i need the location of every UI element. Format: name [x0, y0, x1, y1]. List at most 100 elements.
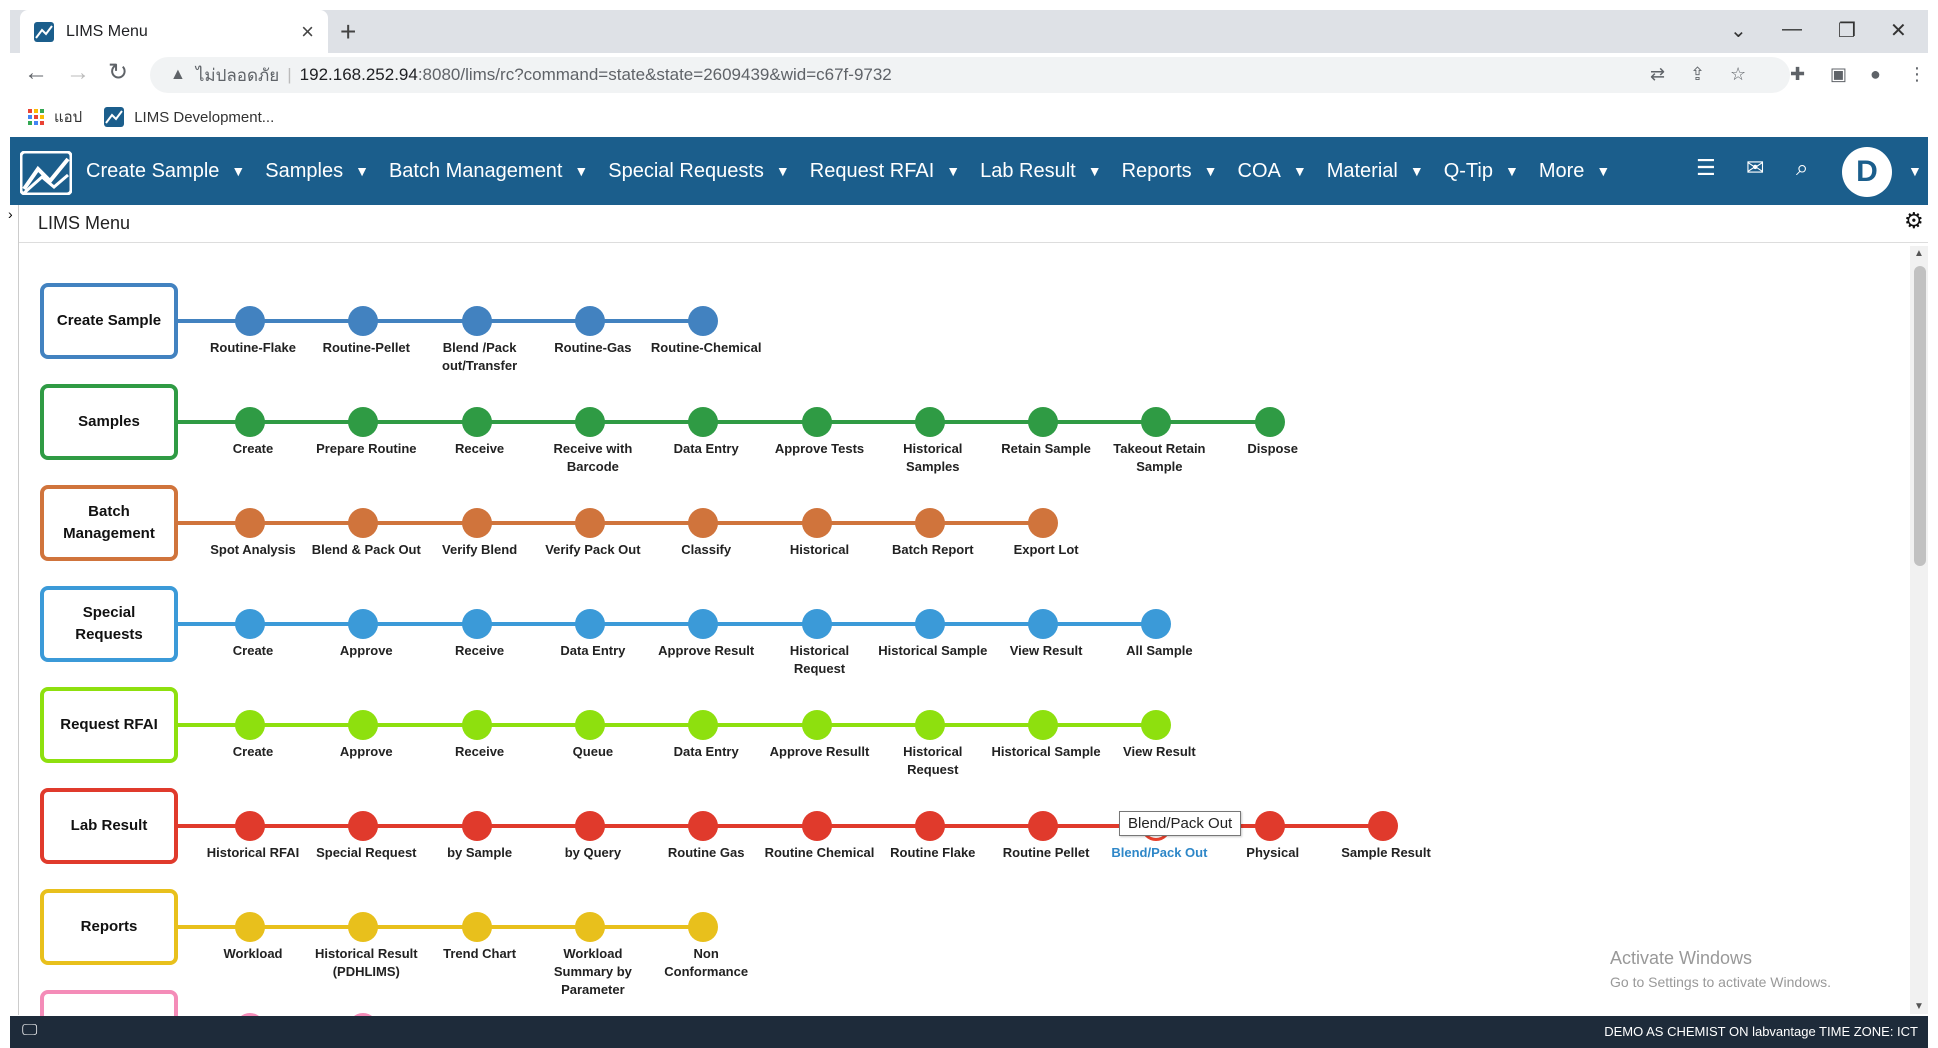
category-box[interactable]: [40, 990, 178, 1016]
chevron-down-icon[interactable]: ▼: [1908, 163, 1922, 179]
restore-icon[interactable]: ❐: [1838, 18, 1856, 43]
menu-node[interactable]: [461, 710, 492, 740]
menu-node[interactable]: [574, 710, 605, 740]
menu-create-sample[interactable]: Create Sample ▼: [86, 160, 245, 183]
menu-node-label[interactable]: View Result: [1103, 743, 1215, 761]
menu-node-label[interactable]: Verify Blend: [424, 541, 536, 559]
sidebar-toggle-icon[interactable]: ›: [8, 206, 13, 222]
menu-node-label[interactable]: Dispose: [1217, 440, 1329, 458]
menu-node[interactable]: [801, 407, 832, 437]
menu-node[interactable]: [348, 710, 379, 740]
menu-samples[interactable]: Samples ▼: [265, 160, 369, 183]
menu-node[interactable]: [688, 407, 719, 437]
new-tab-button[interactable]: +: [340, 18, 356, 46]
scroll-up-icon[interactable]: ▲: [1914, 248, 1924, 259]
menu-node-label[interactable]: Data Entry: [650, 743, 762, 761]
menu-node[interactable]: [1028, 508, 1059, 538]
browser-tab[interactable]: LIMS Menu ×: [20, 10, 328, 53]
menu-node[interactable]: [235, 306, 265, 336]
minimize-icon[interactable]: —: [1782, 18, 1802, 41]
address-bar[interactable]: ▲ ไม่ปลอดภัย | 192.168.252.94 :8080/lims…: [150, 57, 1790, 93]
menu-node[interactable]: [914, 811, 945, 841]
menu-node[interactable]: [348, 811, 379, 841]
menu-node-label[interactable]: Routine Gas: [650, 844, 762, 862]
menu-node-label[interactable]: Blend & Pack Out: [310, 541, 422, 559]
menu-more[interactable]: More ▼: [1539, 160, 1610, 183]
browser-menu-icon[interactable]: ⋮: [1908, 65, 1926, 83]
bookmark-apps[interactable]: แอป: [28, 105, 82, 129]
menu-node[interactable]: [461, 609, 492, 639]
menu-node-label[interactable]: Historical RFAI: [197, 844, 309, 862]
menu-node[interactable]: [574, 407, 605, 437]
menu-material[interactable]: Material ▼: [1327, 160, 1424, 183]
menu-node[interactable]: [1368, 811, 1398, 841]
menu-node[interactable]: [461, 912, 492, 942]
menu-node-label[interactable]: Trend Chart: [424, 945, 536, 963]
menu-node[interactable]: [914, 508, 945, 538]
menu-node[interactable]: [574, 811, 605, 841]
tab-search-icon[interactable]: ⌄: [1730, 18, 1747, 43]
menu-node[interactable]: [688, 710, 719, 740]
menu-node[interactable]: [348, 609, 379, 639]
translate-icon[interactable]: ⇄: [1650, 65, 1665, 83]
profile-icon[interactable]: ●: [1870, 65, 1881, 83]
menu-node[interactable]: [1141, 609, 1172, 639]
reload-icon[interactable]: ↻: [108, 61, 128, 85]
menu-node-label[interactable]: Historical Sample: [990, 743, 1102, 761]
hamburger-menu-icon[interactable]: ☰: [1696, 157, 1716, 179]
menu-node-label[interactable]: Retain Sample: [990, 440, 1102, 458]
menu-lab-result[interactable]: Lab Result ▼: [980, 160, 1101, 183]
menu-node[interactable]: [1028, 710, 1059, 740]
menu-node-label[interactable]: by Query: [537, 844, 649, 862]
menu-request-rfai[interactable]: Request RFAI ▼: [810, 160, 960, 183]
menu-node[interactable]: [914, 710, 945, 740]
menu-node-label[interactable]: Prepare Routine: [310, 440, 422, 458]
menu-node-label[interactable]: Routine Pellet: [990, 844, 1102, 862]
menu-node[interactable]: [461, 306, 492, 336]
user-avatar[interactable]: D: [1842, 147, 1892, 197]
menu-node-label[interactable]: Blend /Pack out/Transfer: [424, 339, 536, 375]
menu-node-label[interactable]: Data Entry: [650, 440, 762, 458]
menu-node-label[interactable]: View Result: [990, 642, 1102, 660]
gear-icon[interactable]: ⚙: [1904, 208, 1924, 234]
menu-node-label[interactable]: Receive: [424, 440, 536, 458]
menu-node[interactable]: [574, 306, 605, 336]
menu-node-label[interactable]: Queue: [537, 743, 649, 761]
menu-node-label[interactable]: Routine Chemical: [764, 844, 876, 862]
menu-node-label[interactable]: Batch Report: [877, 541, 989, 559]
menu-q-tip[interactable]: Q-Tip ▼: [1444, 160, 1519, 183]
menu-node-label[interactable]: Special Request: [310, 844, 422, 862]
menu-node[interactable]: [235, 609, 265, 639]
menu-node-label[interactable]: by Sample: [424, 844, 536, 862]
menu-node-label[interactable]: Receive: [424, 743, 536, 761]
menu-node-label[interactable]: Routine-Pellet: [310, 339, 422, 357]
menu-node-label[interactable]: Receive with Barcode: [537, 440, 649, 476]
category-box[interactable]: Request RFAI: [40, 687, 178, 763]
menu-node[interactable]: [348, 912, 379, 942]
menu-node[interactable]: [348, 508, 379, 538]
menu-node[interactable]: [235, 710, 265, 740]
menu-node-label[interactable]: Workload: [197, 945, 309, 963]
menu-reports[interactable]: Reports ▼: [1122, 160, 1218, 183]
menu-node-label[interactable]: Workload Summary by Parameter: [537, 945, 649, 999]
menu-node-label[interactable]: Approve Result: [650, 642, 762, 660]
scroll-thumb[interactable]: [1914, 266, 1926, 566]
menu-node-label[interactable]: Historical: [764, 541, 876, 559]
mail-icon[interactable]: ✉: [1746, 157, 1764, 179]
menu-node[interactable]: [914, 609, 945, 639]
search-icon[interactable]: ⌕: [1796, 157, 1808, 179]
menu-node-label[interactable]: Classify: [650, 541, 762, 559]
menu-node-label[interactable]: Export Lot: [990, 541, 1102, 559]
menu-node-label[interactable]: All Sample: [1103, 642, 1215, 660]
menu-special-requests[interactable]: Special Requests ▼: [608, 160, 790, 183]
lims-logo-icon[interactable]: [20, 151, 72, 195]
category-box[interactable]: Create Sample: [40, 283, 178, 359]
menu-node[interactable]: [1028, 609, 1059, 639]
menu-node-label[interactable]: Routine-Chemical: [650, 339, 762, 357]
category-box[interactable]: Batch Management: [40, 485, 178, 561]
extensions-icon[interactable]: ✚: [1790, 65, 1805, 83]
category-box[interactable]: Samples: [40, 384, 178, 460]
menu-node-label[interactable]: Approve: [310, 642, 422, 660]
menu-node[interactable]: [461, 407, 492, 437]
menu-node[interactable]: [801, 710, 832, 740]
